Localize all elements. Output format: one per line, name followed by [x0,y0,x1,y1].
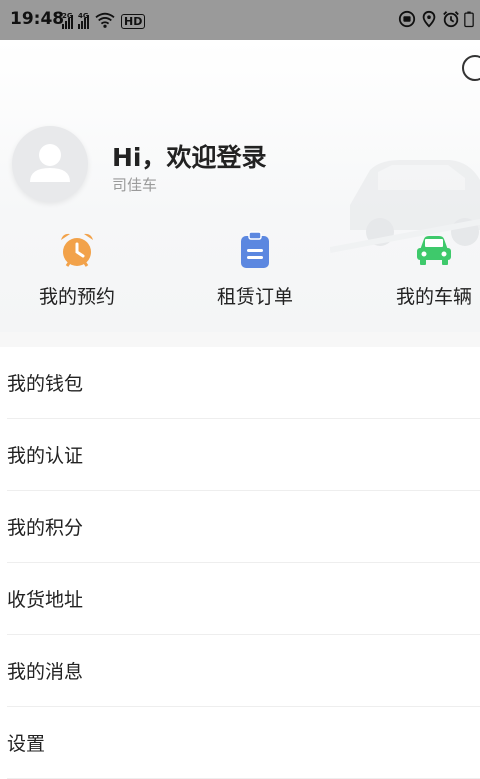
quick-action-vehicles[interactable]: 我的车辆 [374,230,480,309]
wifi-icon [95,12,115,28]
status-bar: 19:48 2G 4G HD [0,0,480,40]
alarm-clock-icon [61,233,93,267]
quick-action-label: 我的车辆 [395,286,472,308]
user-icon [30,144,70,182]
battery-icon [464,11,474,28]
camera-icon [398,10,416,28]
status-time: 19:48 [10,9,65,29]
car-icon [417,236,451,265]
settings-circle-icon[interactable] [462,55,480,81]
location-icon [422,10,436,28]
section-divider [0,332,480,347]
quick-action-label: 租赁订单 [216,286,293,308]
menu-item-points[interactable]: 我的积分 [7,491,480,563]
alarm-icon [443,11,459,28]
profile-header: Hi，欢迎登录 司佳车 我的预约 租赁订单 我的车辆 [0,40,480,332]
menu-item-address[interactable]: 收货地址 [7,563,480,635]
hd-icon: HD [121,14,146,29]
signal-icon: 4G [78,12,89,29]
signal-label: 2G [62,12,73,20]
quick-action-appointments[interactable]: 我的预约 [17,230,137,309]
login-greeting[interactable]: Hi，欢迎登录 [112,138,267,174]
menu-list: 我的钱包 我的认证 我的积分 收货地址 我的消息 设置 [0,347,480,779]
quick-action-label: 我的预约 [38,286,115,308]
menu-item-verification[interactable]: 我的认证 [7,419,480,491]
app-subtitle: 司佳车 [112,176,158,194]
signal-label: 4G [78,12,89,20]
menu-item-wallet[interactable]: 我的钱包 [7,347,480,419]
menu-item-settings[interactable]: 设置 [7,707,480,779]
quick-action-orders[interactable]: 租赁订单 [195,230,315,309]
clipboard-icon [241,231,269,268]
signal-icon: 2G [62,12,73,29]
avatar[interactable] [12,126,88,202]
menu-item-messages[interactable]: 我的消息 [7,635,480,707]
